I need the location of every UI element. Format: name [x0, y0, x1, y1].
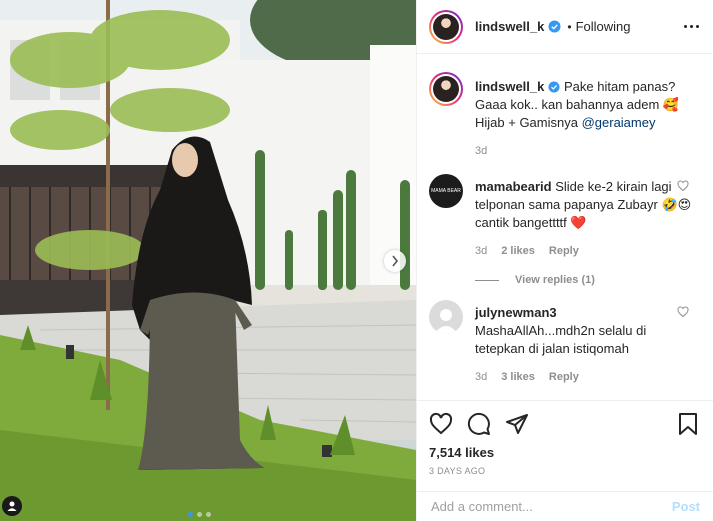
chevron-right-icon	[392, 255, 399, 267]
caption: lindswell_k Pake hitam panas? Gaaa kok..…	[417, 72, 713, 160]
view-replies-label: View replies (1)	[515, 274, 595, 286]
comment-avatar[interactable]: MAMA BEAR	[429, 174, 463, 208]
post-details-panel: lindswell_k • Following lindswell_k Pake…	[416, 0, 713, 521]
comment-item: julynewman3 MashaAllAh...mdh2n selalu di…	[417, 300, 713, 386]
add-comment-bar: Add a comment... Post	[417, 491, 713, 521]
like-icon[interactable]	[429, 412, 453, 436]
view-replies-button[interactable]: View replies (1)	[475, 274, 713, 286]
comments-list[interactable]: lindswell_k Pake hitam panas? Gaaa kok..…	[417, 54, 713, 401]
post-photo[interactable]	[0, 0, 416, 521]
post-timestamp: 3 DAYS AGO	[429, 466, 486, 476]
comment-item: MAMA BEAR mamabearid Slide ke-2 kirain l…	[417, 174, 713, 260]
post-actions	[417, 401, 713, 439]
avatar-frame	[431, 11, 461, 42]
reply-button[interactable]: Reply	[549, 368, 579, 386]
share-icon[interactable]	[505, 412, 529, 436]
comment-body: julynewman3 MashaAllAh...mdh2n selalu di…	[475, 300, 699, 386]
comment-body: mamabearid Slide ke-2 kirain lagi telpon…	[475, 174, 699, 260]
caption-avatar[interactable]	[429, 72, 463, 106]
like-comment-icon[interactable]	[677, 306, 689, 318]
carousel-dot	[197, 512, 202, 517]
separator: •	[567, 19, 572, 34]
more-options-icon[interactable]	[684, 25, 699, 28]
default-avatar-icon	[434, 309, 458, 334]
comment-likes[interactable]: 3 likes	[501, 368, 535, 386]
avatar-text: MAMA BEAR	[431, 188, 461, 194]
carousel-dot	[206, 512, 211, 517]
comment-input[interactable]: Add a comment...	[431, 499, 672, 514]
post-comment-button[interactable]: Post	[672, 499, 700, 514]
carousel-indicator	[188, 512, 211, 517]
mention-link[interactable]: @geraiamey	[582, 115, 656, 130]
avatar-image	[433, 76, 459, 102]
comment-time[interactable]: 3d	[475, 242, 487, 260]
caption-body: lindswell_k Pake hitam panas? Gaaa kok..…	[475, 72, 699, 160]
verified-badge-icon	[548, 81, 560, 93]
reply-button[interactable]: Reply	[549, 242, 579, 260]
comment-text: MashaAllAh...mdh2n selalu di tetepkan di…	[475, 323, 647, 356]
like-comment-icon[interactable]	[677, 180, 689, 192]
caption-meta: 3d	[475, 142, 699, 160]
caption-time[interactable]: 3d	[475, 142, 487, 160]
caption-username[interactable]: lindswell_k	[475, 79, 544, 94]
comment-icon[interactable]	[467, 412, 491, 436]
tagged-user-icon[interactable]	[2, 496, 22, 516]
save-icon[interactable]	[677, 412, 699, 436]
comment-username[interactable]: mamabearid	[475, 179, 552, 194]
comment-meta: 3d 3 likes Reply	[475, 368, 699, 386]
post-author-username[interactable]: lindswell_k	[475, 19, 544, 34]
comment-username[interactable]: julynewman3	[475, 305, 557, 320]
avatar-image	[433, 13, 459, 40]
avatar[interactable]	[429, 9, 463, 44]
carousel-dot	[188, 512, 193, 517]
following-button[interactable]: Following	[576, 19, 631, 34]
comment-likes[interactable]: 2 likes	[501, 242, 535, 260]
like-count[interactable]: 7,514 likes	[417, 439, 713, 460]
post-header: lindswell_k • Following	[417, 0, 713, 54]
comment-time[interactable]: 3d	[475, 368, 487, 386]
comment-meta: 3d 2 likes Reply	[475, 242, 699, 260]
comment-avatar[interactable]	[429, 300, 463, 334]
avatar-frame	[431, 74, 461, 104]
photo-image	[0, 0, 416, 521]
user-icon	[7, 501, 17, 511]
verified-badge-icon	[548, 20, 561, 33]
divider	[475, 279, 499, 281]
next-slide-button[interactable]	[384, 250, 406, 272]
